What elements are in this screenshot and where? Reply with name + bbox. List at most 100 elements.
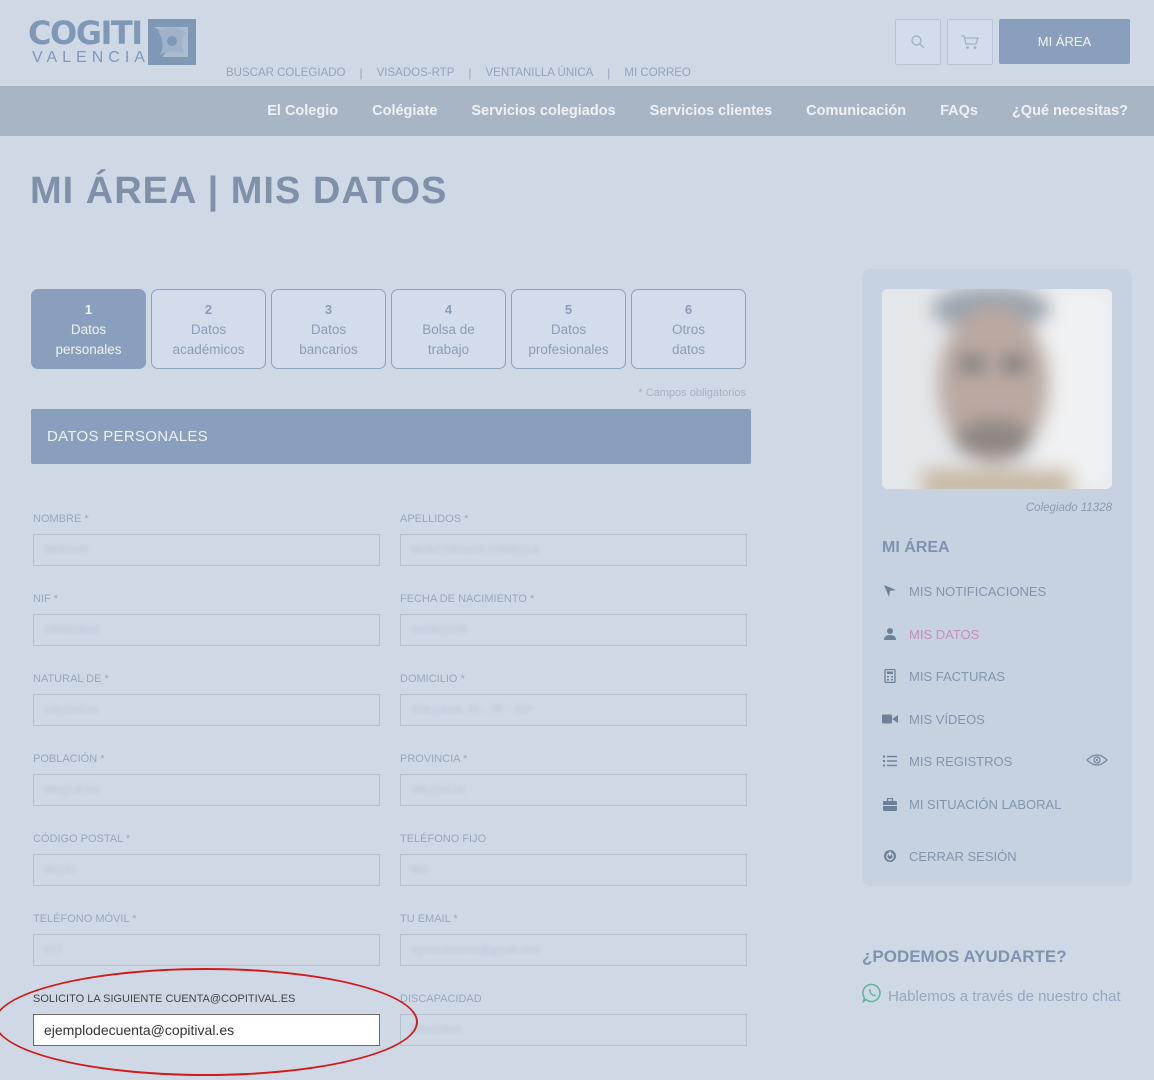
tab-label-line2: académicos [172, 342, 245, 357]
sidebar-item-label: MIS REGISTROS [909, 753, 1013, 769]
email-input[interactable]: sgmontesinos@gmail.com [400, 934, 747, 966]
sidebar-item-cerrar-sesion[interactable]: CERRAR SESIÓN [882, 848, 1017, 864]
top-link-ventanilla[interactable]: VENTANILLA ÚNICA [486, 67, 594, 79]
nav-item-servicios-clientes[interactable]: Servicios clientes [650, 103, 773, 119]
search-button[interactable] [895, 19, 941, 65]
cuenta-copitival-label: SOLICITO LA SIGUIENTE CUENTA@COPITIVAL.E… [33, 993, 296, 1005]
telefono-fijo-value: 961 [411, 864, 430, 876]
required-fields-note: * Campos obligatorios [638, 387, 746, 399]
video-icon [882, 711, 898, 727]
site-header: COGITI VALENCIA BUSCAR COLEGIADO | VISAD… [0, 0, 1154, 86]
sidebar-item-label: MIS NOTIFICACIONES [909, 583, 1047, 599]
discapacidad-label: DISCAPACIDAD [400, 993, 482, 1005]
logo-sub-text: VALENCIA [32, 49, 150, 66]
nombre-label: NOMBRE * [33, 513, 89, 525]
avatar [882, 289, 1112, 489]
tab-otros-datos[interactable]: 6 Otros datos [631, 289, 746, 369]
tab-label-line1: Datos [550, 322, 587, 337]
apellidos-label: APELLIDOS * [400, 513, 469, 525]
sidebar-item-mis-notificaciones[interactable]: MIS NOTIFICACIONES [882, 583, 1046, 599]
cart-button[interactable] [947, 19, 993, 65]
nav-item-comunicacion[interactable]: Comunicación [806, 103, 906, 119]
discapacidad-select[interactable]: NINGUNA [400, 1014, 747, 1046]
sidebar-item-label: MIS DATOS [909, 626, 980, 642]
tab-bolsa-trabajo[interactable]: 4 Bolsa de trabajo [391, 289, 506, 369]
tab-number: 1 [84, 302, 93, 317]
nombre-value: SERGIO [44, 544, 87, 556]
sidebar-title: MI ÁREA [882, 539, 950, 556]
cuenta-copitival-input[interactable]: ejemplodecuenta@copitival.es [33, 1014, 380, 1046]
profile-photo [882, 289, 1112, 489]
tab-datos-profesionales[interactable]: 5 Datos profesionales [511, 289, 626, 369]
telefono-fijo-label: TELÉFONO FIJO [400, 833, 487, 845]
tab-label-line2: bancarios [299, 342, 358, 357]
domicilio-label: DOMICILIO * [400, 673, 465, 685]
top-link-buscar-colegiado[interactable]: BUSCAR COLEGIADO [226, 67, 346, 79]
nav-item-que-necesitas[interactable]: ¿Qué necesitas? [1012, 103, 1128, 119]
codigo-postal-input[interactable]: 46135 [33, 854, 380, 886]
nif-input[interactable]: 29958384Z [33, 614, 380, 646]
natural-de-label: NATURAL DE * [33, 673, 109, 685]
fecha-nacimiento-value: 04/06/1978 [411, 624, 467, 636]
tab-number: 3 [324, 302, 333, 317]
telefono-movil-value: 657 [44, 944, 63, 956]
tab-number: 5 [564, 302, 573, 317]
tab-number: 6 [684, 302, 693, 317]
tab-datos-bancarios[interactable]: 3 Datos bancarios [271, 289, 386, 369]
fecha-nacimiento-input[interactable]: 04/06/1978 [400, 614, 747, 646]
telefono-fijo-input[interactable]: 961 [400, 854, 747, 886]
tab-label-line1: Datos [190, 322, 227, 337]
nav-item-faqs[interactable]: FAQs [940, 103, 978, 119]
top-link-visados[interactable]: VISADOS-RTP [377, 67, 455, 79]
poblacion-input[interactable]: MAQUERA [33, 774, 380, 806]
sidebar-item-mis-videos[interactable]: MIS VÍDEOS [882, 711, 985, 727]
mi-area-button[interactable]: MI ÁREA [999, 19, 1130, 64]
nav-item-el-colegio[interactable]: El Colegio [267, 103, 338, 119]
tab-datos-personales[interactable]: 1 Datos personales [31, 289, 146, 369]
poblacion-value: MAQUERA [44, 784, 100, 796]
eye-icon[interactable] [1086, 752, 1108, 768]
tab-label-line2: profesionales [528, 342, 609, 357]
codigo-postal-value: 46135 [44, 864, 75, 876]
cogiti-logo[interactable]: COGITI VALENCIA [28, 16, 198, 68]
sidebar-item-mis-registros[interactable]: MIS REGISTROS [882, 753, 1012, 769]
nav-item-servicios-colegiados[interactable]: Servicios colegiados [471, 103, 615, 119]
mi-area-sidebar: Colegiado 11328 MI ÁREA MIS NOTIFICACION… [862, 269, 1132, 886]
provincia-label: PROVINCIA * [400, 753, 468, 765]
apellidos-input[interactable]: MONTESINOS CORELLA [400, 534, 747, 566]
search-icon [911, 35, 925, 49]
nav-item-colegiate[interactable]: Colégiate [372, 103, 437, 119]
domicilio-input[interactable]: SOLLANA, 35 - 7P - 32F [400, 694, 747, 726]
nombre-input[interactable]: SERGIO [33, 534, 380, 566]
calculator-icon [882, 668, 898, 684]
chat-link[interactable]: Hablemos a través de nuestro chat [862, 983, 1121, 1005]
top-link-mi-correo[interactable]: MI CORREO [624, 67, 690, 79]
tab-datos-academicos[interactable]: 2 Datos académicos [151, 289, 266, 369]
sidebar-item-label: MI SITUACIÓN LABORAL [909, 796, 1062, 812]
apellidos-value: MONTESINOS CORELLA [411, 544, 540, 556]
provincia-value: VALENCIA [411, 784, 465, 796]
whatsapp-icon [862, 983, 881, 1003]
sidebar-item-mis-datos[interactable]: MIS DATOS [882, 626, 979, 642]
user-icon [882, 626, 898, 642]
sidebar-item-mi-situacion-laboral[interactable]: MI SITUACIÓN LABORAL [882, 796, 1061, 812]
sidebar-item-mis-facturas[interactable]: MIS FACTURAS [882, 668, 1005, 684]
sidebar-item-label: MIS VÍDEOS [909, 711, 985, 727]
provincia-input[interactable]: VALENCIA [400, 774, 747, 806]
natural-de-input[interactable]: VALENCIA [33, 694, 380, 726]
tab-number: 2 [204, 302, 213, 317]
discapacidad-value: NINGUNA [411, 1024, 462, 1036]
tab-label-line1: Datos [70, 322, 107, 337]
top-link-separator: | [359, 66, 363, 80]
telefono-movil-input[interactable]: 657 [33, 934, 380, 966]
tab-label-line2: datos [671, 342, 706, 357]
top-link-separator: | [468, 66, 472, 80]
cart-icon [961, 35, 979, 49]
natural-de-value: VALENCIA [44, 704, 98, 716]
nif-label: NIF * [33, 593, 59, 605]
send-icon [882, 583, 898, 599]
top-link-separator: | [607, 66, 611, 80]
tab-label-line2: personales [55, 342, 122, 357]
section-header-datos-personales: DATOS PERSONALES [31, 409, 751, 464]
colegiado-number: Colegiado 11328 [1025, 502, 1112, 514]
